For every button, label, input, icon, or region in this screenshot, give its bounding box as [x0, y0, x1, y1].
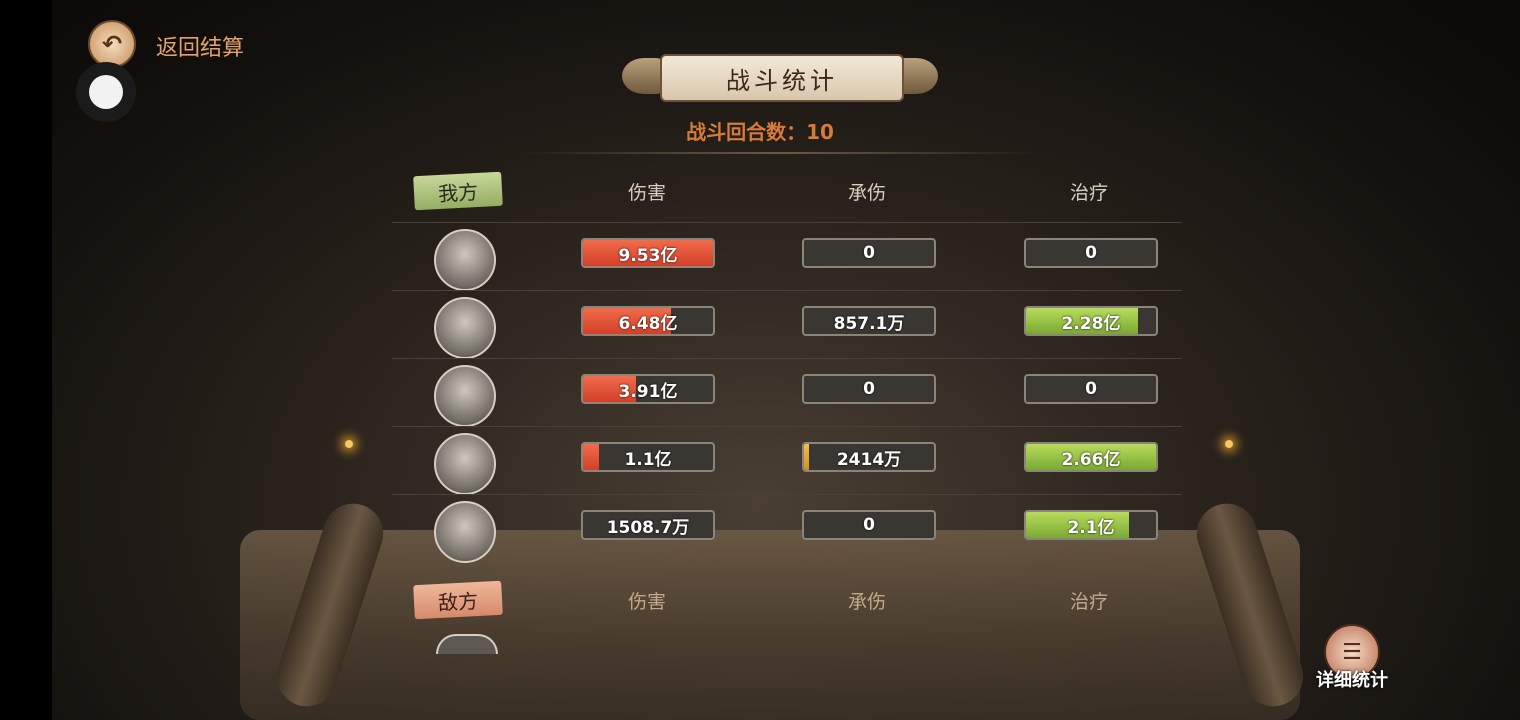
damage-bar: 6.48亿	[581, 306, 715, 336]
taken-bar: 857.1万	[802, 306, 936, 336]
divider	[520, 152, 1040, 154]
heal-bar: 2.28亿	[1024, 306, 1158, 336]
hero-row: 9.53亿 0 0	[392, 222, 1182, 291]
heal-bar-value: 0	[1085, 243, 1097, 263]
taken-bar: 0	[802, 238, 936, 268]
detail-stats-label: 详细统计	[1316, 670, 1388, 691]
damage-bar-value: 6.48亿	[618, 313, 678, 334]
page-title: 战斗统计	[660, 54, 904, 102]
screen-edge	[0, 0, 52, 720]
heal-bar: 0	[1024, 374, 1158, 404]
column-header-taken: 承伤	[847, 182, 886, 204]
enemy-column-header-damage: 伤害	[627, 591, 666, 613]
damage-bar-value: 9.53亿	[618, 245, 678, 266]
heal-bar-value: 2.66亿	[1061, 449, 1121, 470]
damage-bar-value: 1.1亿	[624, 449, 672, 470]
our-side-tag: 我方	[413, 171, 503, 211]
hero-row: 6.48亿 857.1万 2.28亿	[392, 290, 1182, 359]
damage-bar-value: 3.91亿	[618, 381, 678, 402]
column-header-heal: 治疗	[1069, 182, 1108, 204]
candle-glow	[1225, 440, 1233, 448]
hero-avatar[interactable]	[434, 297, 496, 359]
record-dot-icon	[89, 75, 123, 109]
hero-avatar[interactable]	[434, 365, 496, 427]
heal-bar: 2.66亿	[1024, 442, 1158, 472]
hero-row: 1508.7万 0 2.1亿	[392, 494, 1182, 563]
taken-bar: 2414万	[802, 442, 936, 472]
damage-bar: 9.53亿	[581, 238, 715, 268]
enemy-avatar[interactable]	[436, 634, 498, 654]
hero-avatar[interactable]	[434, 433, 496, 495]
enemy-column-header-taken: 承伤	[847, 591, 886, 613]
column-header-damage: 伤害	[627, 182, 666, 204]
taken-bar-value: 0	[863, 379, 875, 399]
damage-bar: 1508.7万	[581, 510, 715, 540]
damage-bar-value: 1508.7万	[606, 517, 690, 538]
detail-stats-button[interactable]: ☰ 详细统计	[1312, 622, 1392, 692]
heal-bar-value: 2.28亿	[1061, 313, 1121, 334]
damage-bar: 1.1亿	[581, 442, 715, 472]
floating-record-button[interactable]	[76, 62, 136, 122]
back-label[interactable]: 返回结算	[156, 30, 244, 62]
heal-bar-value: 0	[1085, 379, 1097, 399]
damage-bar: 3.91亿	[581, 374, 715, 404]
enemy-column-header-heal: 治疗	[1069, 591, 1108, 613]
taken-bar-value: 857.1万	[833, 313, 905, 334]
taken-bar: 0	[802, 374, 936, 404]
candle-glow	[345, 440, 353, 448]
taken-bar-value: 2414万	[836, 449, 902, 470]
taken-bar-value: 0	[863, 243, 875, 263]
hero-avatar[interactable]	[434, 229, 496, 291]
hero-avatar[interactable]	[434, 501, 496, 563]
taken-bar-value: 0	[863, 515, 875, 535]
battle-stats-screen: ↶ 返回结算 战斗统计 战斗回合数：10 我方 伤害 承伤 治疗 9.53亿 0 0…	[0, 0, 1520, 720]
battle-rounds: 战斗回合数：10	[686, 120, 834, 144]
hero-row: 3.91亿 0 0	[392, 358, 1182, 427]
heal-bar-value: 2.1亿	[1067, 517, 1115, 538]
heal-bar: 2.1亿	[1024, 510, 1158, 540]
heal-bar: 0	[1024, 238, 1158, 268]
enemy-side-tag: 敌方	[413, 580, 503, 620]
back-arrow-icon: ↶	[101, 30, 123, 58]
back-button[interactable]: ↶	[88, 20, 136, 68]
taken-bar: 0	[802, 510, 936, 540]
hero-row: 1.1亿 2414万 2.66亿	[392, 426, 1182, 495]
